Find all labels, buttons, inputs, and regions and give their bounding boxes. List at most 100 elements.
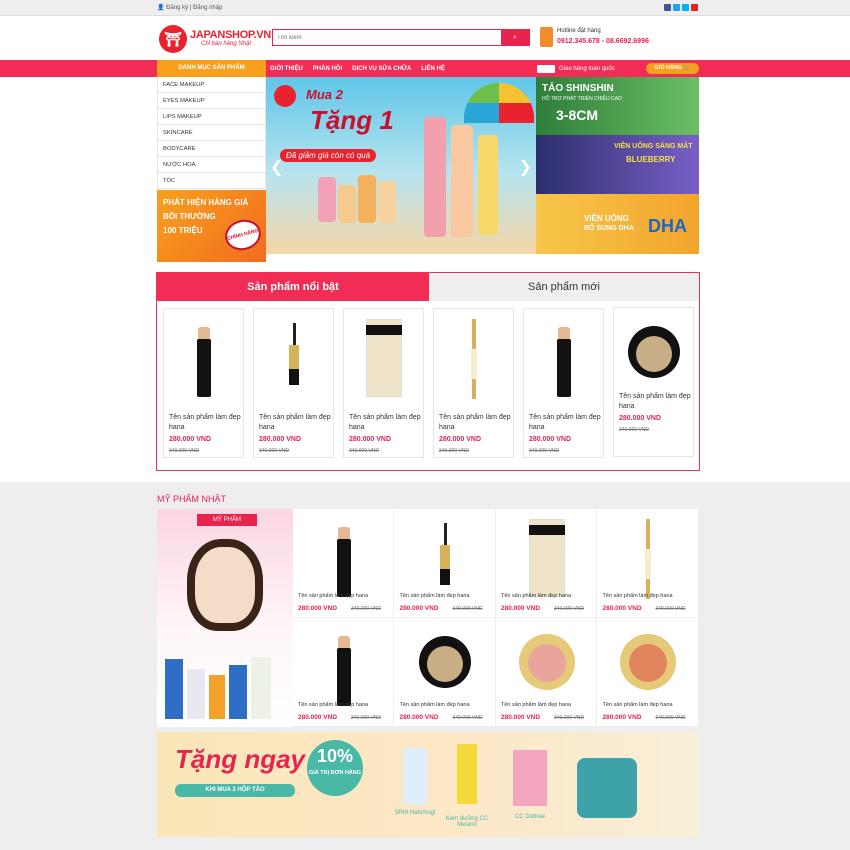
nav-menu: GIỚI THIỆU PHẢN HỒI DỊCH VỤ SỬA CHỮA LIÊ… bbox=[270, 60, 445, 77]
twitter-icon[interactable] bbox=[673, 4, 680, 11]
hotline-numbers[interactable]: 0912.345.678 - 08.6692.6996 bbox=[557, 38, 649, 45]
skype-icon[interactable] bbox=[682, 4, 689, 11]
promo-dha[interactable]: VIÊN UỐNG BỔ SUNG DHA DHA bbox=[536, 194, 699, 254]
slider-logo-icon bbox=[274, 85, 296, 107]
promo-blueberry[interactable]: VIÊN UỐNG SÁNG MẮT BLUEBERRY bbox=[536, 135, 699, 194]
promo-title: TẢO SHINSHIN bbox=[542, 83, 614, 94]
category-item[interactable]: LIPS MAKEUP bbox=[157, 109, 266, 125]
product-card[interactable]: Tên sản phẩm làm đẹp hana 280.000 VND 340.… bbox=[253, 308, 334, 458]
product-image[interactable] bbox=[524, 309, 603, 409]
gift-promo-banner[interactable]: Tặng ngay KHI MUA 3 HỘP TẢO 10% GIÁ TRỊ … bbox=[157, 732, 699, 837]
product-image[interactable] bbox=[434, 309, 513, 409]
product-card[interactable]: Tên sản phẩm làm đẹp hana 280.000 VND 340.… bbox=[496, 618, 597, 727]
product-cap bbox=[528, 525, 565, 535]
product-card[interactable]: Tên sản phẩm làm đẹp hana 280.000 VND 340.… bbox=[597, 509, 699, 618]
product-image[interactable] bbox=[164, 309, 243, 409]
youtube-icon[interactable] bbox=[691, 4, 698, 11]
product-card[interactable]: Tên sản phẩm làm đẹp hana 280.000 VND 340.… bbox=[394, 509, 496, 618]
nav-item-contact[interactable]: LIÊN HỆ bbox=[421, 66, 445, 72]
product-old-price: 340.000 VND bbox=[351, 606, 382, 612]
category-item[interactable]: BODYCARE bbox=[157, 141, 266, 157]
product-name[interactable]: Tên sản phẩm làm đẹp hana bbox=[439, 413, 511, 433]
product-card[interactable]: Tên sản phẩm làm đẹp hana 280.000 VND 340.… bbox=[433, 308, 514, 458]
product-card[interactable]: Tên sản phẩm làm đẹp hana 280.000 VND 340.… bbox=[523, 308, 604, 458]
product-card[interactable]: Tên sản phẩm làm đẹp hana 280.000 VND 340.… bbox=[496, 509, 597, 618]
category-item[interactable]: EYES MAKEUP bbox=[157, 93, 266, 109]
category-item[interactable]: NƯỚC HOA bbox=[157, 157, 266, 173]
product-name[interactable]: Tên sản phẩm làm đẹp hana bbox=[169, 413, 241, 433]
product-old-price: 340.000 VND bbox=[655, 606, 686, 612]
product-name[interactable]: Tên sản phẩm làm đẹp hana bbox=[400, 702, 470, 708]
category-item[interactable]: SKINCARE bbox=[157, 125, 266, 141]
shipping-info: Giao hàng toàn quốc bbox=[537, 63, 615, 74]
product-image[interactable] bbox=[496, 618, 597, 700]
product-name[interactable]: Tên sản phẩm làm đẹp hana bbox=[619, 392, 691, 412]
product-name[interactable]: Tên sản phẩm làm đẹp hana bbox=[349, 413, 421, 433]
product-image[interactable] bbox=[395, 509, 496, 591]
tab-featured[interactable]: Sản phẩm nổi bật bbox=[157, 273, 429, 301]
product-image[interactable] bbox=[293, 618, 394, 706]
category-item[interactable]: FACE MAKEUP bbox=[157, 77, 266, 93]
product-old-price: 340.000 VND bbox=[452, 715, 483, 721]
login-link[interactable]: Đăng nhập bbox=[193, 5, 222, 11]
section-title[interactable]: MỸ PHẨM NHẬT bbox=[157, 494, 226, 504]
category-menu-button[interactable]: DANH MỤC SẢN PHẨM bbox=[157, 60, 266, 77]
product-old-price: 340.000 VND bbox=[529, 448, 560, 454]
slider-next-button[interactable]: ❯ bbox=[519, 157, 532, 177]
product-card[interactable]: Tên sản phẩm làm đẹp hana 280.000 VND 340.… bbox=[163, 308, 244, 458]
product-powder bbox=[427, 646, 463, 682]
product-cap bbox=[557, 327, 570, 339]
promo-sub: BỔ SUNG DHA bbox=[584, 225, 634, 232]
product-name[interactable]: Tên sản phẩm làm đẹp hana bbox=[259, 413, 331, 433]
product-image[interactable] bbox=[598, 509, 699, 599]
product-image[interactable] bbox=[395, 618, 496, 700]
product-name[interactable]: Tên sản phẩm làm đẹp hana bbox=[501, 702, 571, 708]
product-card[interactable]: Tên sản phẩm làm đẹp hana 280.000 VND 340.… bbox=[613, 307, 694, 457]
promo-shinshin[interactable]: TẢO SHINSHIN HỖ TRỢ PHÁT TRIỂN CHIỀU CAO… bbox=[536, 77, 699, 135]
promo-product-label: CC Dottree bbox=[514, 814, 545, 820]
product-image[interactable] bbox=[598, 618, 699, 700]
cart-button[interactable]: GIỎ HÀNG 🛒 bbox=[646, 63, 699, 74]
register-link[interactable]: Đăng ký bbox=[166, 5, 188, 11]
product-image[interactable] bbox=[344, 309, 423, 409]
slider-prev-button[interactable]: ❮ bbox=[270, 157, 283, 177]
search-input[interactable] bbox=[273, 30, 501, 45]
product-brush bbox=[292, 323, 296, 345]
product-label bbox=[440, 569, 450, 585]
product-body bbox=[336, 648, 351, 706]
product-name[interactable]: Tên sản phẩm làm đẹp hana bbox=[603, 702, 673, 708]
category-item[interactable]: TÓC bbox=[157, 173, 266, 189]
section-banner[interactable]: MỸ PHẨM bbox=[157, 509, 293, 727]
product-name[interactable]: Tên sản phẩm làm đẹp hana bbox=[603, 593, 673, 599]
search-icon: ⌕ bbox=[513, 34, 517, 41]
hotline-label: Hotline đặt hàng bbox=[557, 28, 601, 34]
tab-new[interactable]: Sản phẩm mới bbox=[429, 273, 699, 301]
product-card[interactable]: Tên sản phẩm làm đẹp hana 280.000 VND 340.… bbox=[394, 618, 496, 727]
product-image[interactable] bbox=[496, 509, 597, 597]
product-card[interactable]: Tên sản phẩm làm đẹp hana 280.000 VND 340.… bbox=[343, 308, 424, 458]
banner-line2: BỒI THƯỜNG bbox=[163, 212, 216, 221]
product-name[interactable]: Tên sản phẩm làm đẹp hana bbox=[501, 593, 571, 599]
facebook-icon[interactable] bbox=[664, 4, 671, 11]
banner-line1: PHÁT HIỆN HÀNG GIẢ bbox=[163, 198, 249, 207]
authentic-guarantee-banner[interactable]: PHÁT HIỆN HÀNG GIẢ BỒI THƯỜNG 100 TRIỆU … bbox=[157, 190, 266, 262]
product-card[interactable]: Tên sản phẩm làm đẹp hana 280.000 VND 340.… bbox=[293, 618, 394, 727]
product-tube-graphic bbox=[424, 117, 446, 237]
product-image[interactable] bbox=[254, 309, 333, 409]
product-name[interactable]: Tên sản phẩm làm đẹp hana bbox=[400, 593, 470, 599]
product-name[interactable]: Tên sản phẩm làm đẹp hana bbox=[529, 413, 601, 433]
product-old-price: 340.000 VND bbox=[351, 715, 382, 721]
hero-slider[interactable]: Mua 2 Tặng 1 Đã giảm giá còn có quà ❮ ❯ bbox=[266, 77, 536, 254]
product-card[interactable]: Tên sản phẩm làm đẹp hana 280.000 VND 340.… bbox=[597, 618, 699, 727]
product-card[interactable]: Tên sản phẩm làm đẹp hana 280.000 VND 340.… bbox=[293, 509, 394, 618]
product-image[interactable] bbox=[293, 509, 394, 597]
nav-item-feedback[interactable]: PHẢN HỒI bbox=[313, 66, 342, 72]
product-name[interactable]: Tên sản phẩm làm đẹp hana bbox=[298, 702, 368, 708]
nav-item-about[interactable]: GIỚI THIỆU bbox=[270, 66, 303, 72]
nav-item-repair[interactable]: DỊCH VỤ SỬA CHỮA bbox=[352, 66, 411, 72]
product-image[interactable] bbox=[614, 308, 693, 388]
product-bottle-graphic bbox=[318, 177, 336, 222]
search-button[interactable]: ⌕ bbox=[501, 30, 529, 45]
product-name[interactable]: Tên sản phẩm làm đẹp hana bbox=[298, 593, 368, 599]
site-logo[interactable]: ⛩ JAPANSHOP.VN Chỉ bán hàng Nhật bbox=[159, 25, 271, 53]
